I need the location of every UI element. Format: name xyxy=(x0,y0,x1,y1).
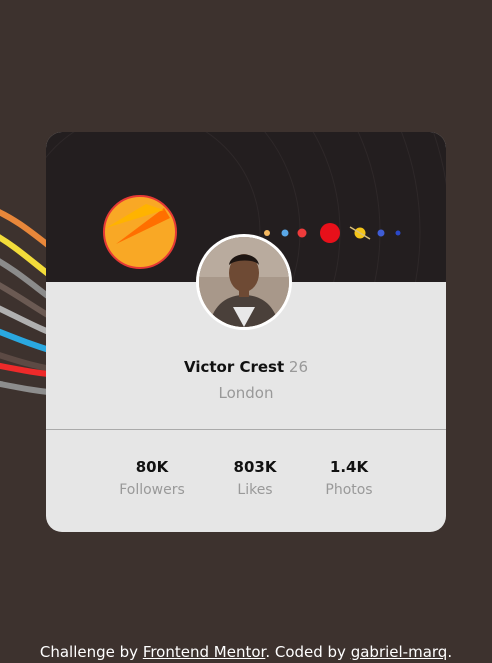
footer-middle: . Coded by xyxy=(265,643,351,661)
profile-location: London xyxy=(218,384,274,402)
stat-value: 80K xyxy=(135,458,169,476)
stat-label: Followers xyxy=(119,482,185,498)
footer-prefix: Challenge by xyxy=(39,643,143,661)
attribution-footer: Challenge by Frontend Mentor. Coded by g… xyxy=(0,643,492,661)
stat-value: 1.4K xyxy=(329,458,369,476)
avatar xyxy=(199,237,289,327)
divider xyxy=(46,429,446,430)
stat-followers: 80K Followers xyxy=(97,458,207,498)
profile-age: 26 xyxy=(288,358,309,376)
author-link[interactable]: gabriel-marq xyxy=(351,643,448,661)
profile-name-line: Victor Crest 26 xyxy=(46,358,446,376)
profile-card: Victor Crest 26 London 80K Followers 803… xyxy=(46,132,446,532)
footer-suffix: . xyxy=(447,643,453,661)
stat-label: Photos xyxy=(325,482,373,498)
frontend-mentor-link[interactable]: Frontend Mentor xyxy=(143,643,266,661)
profile-name: Victor Crest xyxy=(183,358,285,376)
avatar-ring xyxy=(196,234,292,330)
stat-photos: 1.4K Photos xyxy=(294,458,404,498)
